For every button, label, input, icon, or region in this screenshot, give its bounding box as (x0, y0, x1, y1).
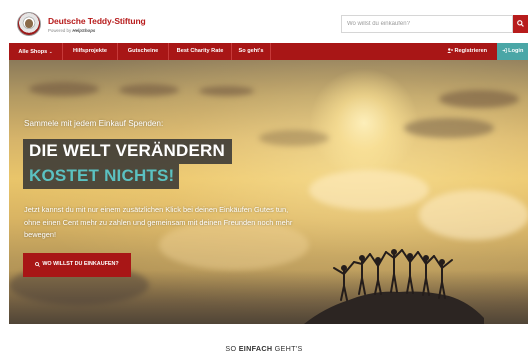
login-label: Login (508, 48, 524, 54)
cloud-shape (439, 90, 519, 108)
chevron-down-icon: ⌄ (48, 49, 53, 54)
hero-headline-line2: KOSTET NICHTS! (29, 166, 175, 185)
headline-box: DIE WELT VERÄNDERN (23, 139, 232, 164)
hero-body-text: Jetzt kannst du mit nur einem zusätzlich… (24, 205, 293, 239)
hero-headline-line1: DIE WELT VERÄNDERN (29, 141, 225, 160)
cloud-shape (309, 170, 429, 210)
nav-item-gutscheine[interactable]: Gutscheine (118, 43, 168, 60)
search-input[interactable] (342, 16, 512, 32)
main-nav: Alle Shops ⌄ Hilfsprojekte Gutscheine Be… (9, 43, 528, 60)
teddy-bear-icon (25, 19, 33, 28)
nav-item-hilfsprojekte[interactable]: Hilfsprojekte (63, 43, 117, 60)
user-plus-icon (447, 48, 453, 53)
nav-divider (270, 43, 271, 60)
search-button[interactable] (513, 15, 528, 33)
hero-banner: Sammele mit jedem Einkauf Spenden: DIE W… (9, 60, 528, 324)
powered-by-brand: HelpShops (72, 28, 96, 33)
register-button[interactable]: Registrieren (437, 43, 497, 60)
cloud-shape (404, 118, 494, 138)
search-icon (517, 20, 524, 27)
section-title-suffix: GEHT'S (272, 344, 303, 353)
cloud-shape (259, 130, 329, 146)
people-silhouette-image (304, 249, 484, 324)
login-button[interactable]: Login (497, 43, 528, 60)
logo-icon[interactable] (17, 12, 41, 36)
top-header: Deutsche Teddy-Stiftung Powered by HelpS… (0, 0, 528, 42)
section-title-bold: EINFACH (238, 344, 273, 353)
hero-tagline: Sammele mit jedem Einkauf Spenden: (24, 119, 164, 128)
cloud-shape (419, 190, 528, 240)
search-box (341, 15, 513, 33)
cloud-shape (199, 86, 254, 96)
nav-item-alle-shops[interactable]: Alle Shops ⌄ (9, 43, 62, 60)
cloud-shape (119, 84, 179, 96)
headline-box: KOSTET NICHTS! (23, 164, 179, 189)
powered-by: Powered by HelpShops (48, 28, 95, 33)
search-icon (35, 261, 41, 267)
login-icon (502, 48, 507, 53)
powered-by-prefix: Powered by (48, 28, 72, 33)
nav-item-best-charity-rate[interactable]: Best Charity Rate (169, 43, 231, 60)
register-label: Registrieren (454, 48, 488, 54)
nav-item-label: Alle Shops (18, 49, 48, 55)
brand-name[interactable]: Deutsche Teddy-Stiftung (48, 16, 146, 26)
section-title-how-it-works: SO EINFACH GEHT'S (0, 344, 528, 353)
shop-search-cta-button[interactable]: WO WILLST DU EINKAUFEN? (23, 253, 131, 277)
section-title-prefix: SO (225, 344, 239, 353)
cloud-shape (29, 82, 99, 96)
cta-label: WO WILLST DU EINKAUFEN? (42, 261, 119, 268)
nav-item-so-gehts[interactable]: So geht's (232, 43, 270, 60)
